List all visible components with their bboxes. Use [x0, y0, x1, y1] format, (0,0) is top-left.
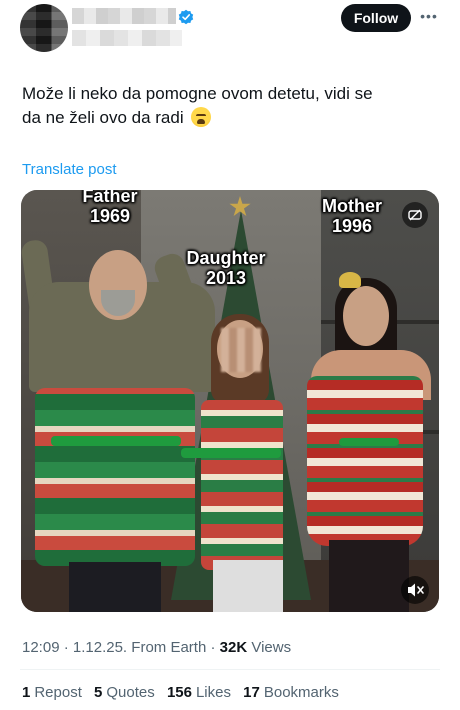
- author-handle-redacted[interactable]: [72, 30, 182, 46]
- daughter-legs: [213, 560, 283, 612]
- stat-quotes[interactable]: 5 Quotes: [94, 684, 155, 701]
- mother-legs: [329, 540, 409, 612]
- stat-likes-count: 156: [166, 684, 192, 701]
- green-ribbon: [181, 448, 281, 458]
- label-daughter-name: Daughter: [186, 248, 266, 268]
- muted-speaker-icon[interactable]: [401, 576, 429, 604]
- views-label: Views: [251, 639, 292, 656]
- stat-reposts-count: 1: [22, 684, 31, 701]
- author-name-redacted[interactable]: [72, 8, 176, 24]
- father-gift-wrap-outfit: [35, 388, 195, 566]
- stat-bookmarks[interactable]: 17 Bookmarks: [243, 684, 339, 701]
- post-stats: 1 Repost 5 Quotes 156 Likes 17 Bookmarks: [22, 684, 347, 701]
- post-media-video[interactable]: Father 1969 Daughter 2013 Mother 1996: [21, 190, 439, 612]
- avatar[interactable]: [20, 4, 68, 52]
- post-header: Follow •••: [0, 0, 460, 62]
- label-mother-year: 1996: [331, 216, 373, 236]
- stat-likes[interactable]: 156 Likes: [167, 684, 231, 701]
- post-text: Može li neko da pomogne ovom detetu, vid…: [22, 82, 432, 130]
- label-father-name: Father: [82, 190, 138, 206]
- post-source: From Earth: [131, 639, 207, 656]
- label-mother: Mother 1996: [301, 196, 403, 236]
- label-daughter: Daughter 2013: [171, 248, 281, 288]
- views-count: 32K: [219, 639, 248, 656]
- mother-crown: [339, 272, 361, 288]
- post-text-line-1: Može li neko da pomogne ovom detetu, vid…: [22, 84, 373, 103]
- post-meta: 12:09 · 1.12.25. From Earth · 32K Views: [22, 639, 291, 656]
- label-daughter-year: 2013: [205, 268, 247, 288]
- green-ribbon: [339, 438, 399, 446]
- green-ribbon: [51, 436, 181, 446]
- divider: [20, 669, 440, 670]
- meta-separator: ·: [63, 639, 73, 656]
- weary-face-emoji-icon: [191, 107, 212, 127]
- follow-button[interactable]: Follow: [341, 4, 411, 32]
- stat-likes-label: Likes: [195, 684, 231, 701]
- mother-head: [343, 286, 389, 346]
- post-time[interactable]: 12:09: [22, 639, 60, 656]
- more-horizontal-icon[interactable]: •••: [419, 6, 439, 26]
- father-legs: [69, 562, 161, 612]
- daughter-face-blur: [221, 328, 261, 372]
- stat-reposts-label: Repost: [34, 684, 82, 701]
- stat-bookmarks-count: 17: [243, 684, 260, 701]
- stat-quotes-label: Quotes: [106, 684, 155, 701]
- stat-bookmarks-label: Bookmarks: [263, 684, 339, 701]
- post-page: Follow ••• Može li neko da pomogne ovom …: [0, 0, 460, 710]
- stat-reposts[interactable]: 1 Repost: [22, 684, 82, 701]
- label-father: Father 1969: [65, 190, 155, 226]
- daughter-gift-wrap-outfit: [201, 400, 283, 570]
- verified-badge-icon: [178, 9, 194, 25]
- post-date[interactable]: 1.12.25.: [73, 639, 127, 656]
- label-mother-name: Mother: [322, 196, 382, 216]
- mother-gift-wrap-outfit: [307, 376, 423, 546]
- label-father-year: 1969: [89, 206, 131, 226]
- post-text-line-2: da ne želi ovo da radi: [22, 108, 184, 127]
- meta-separator: ·: [210, 639, 220, 656]
- stat-quotes-count: 5: [94, 684, 103, 701]
- translate-post-link[interactable]: Translate post: [22, 161, 117, 178]
- no-sound-badge-icon[interactable]: [402, 202, 428, 228]
